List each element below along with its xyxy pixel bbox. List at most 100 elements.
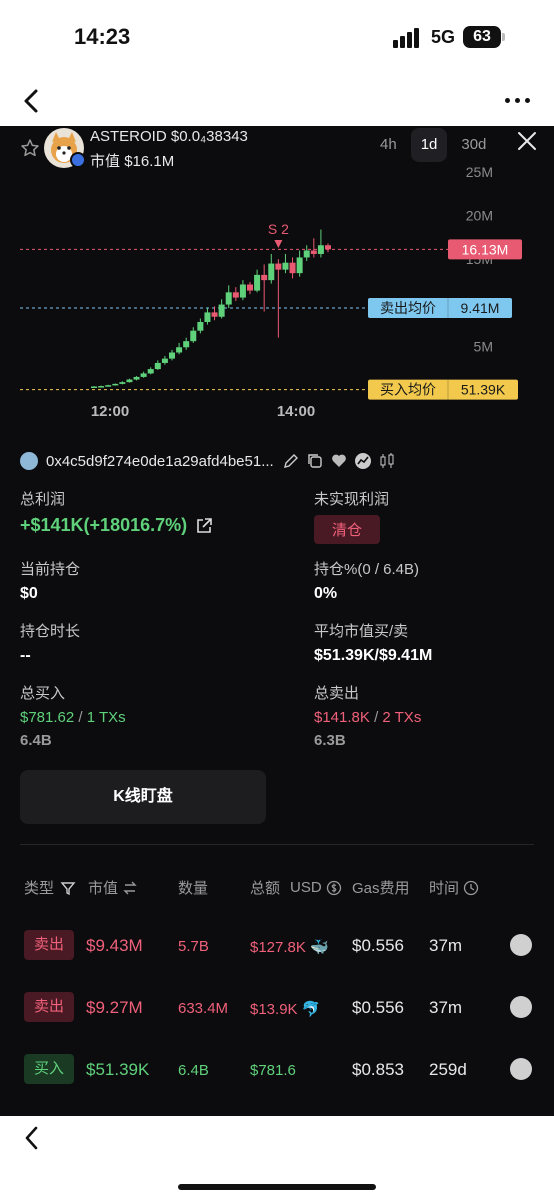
price-tag-label: 卖出均价 — [380, 300, 436, 316]
table-row[interactable]: 卖出 $9.43M 5.7B $127.8K 🐳 $0.556 37m — [0, 926, 554, 966]
y-tick-label: 25M — [466, 164, 493, 180]
copy-icon[interactable] — [306, 452, 324, 470]
chevron-left-icon[interactable] — [22, 1124, 42, 1152]
clear-position-button[interactable]: 清仓 — [314, 515, 381, 544]
col-total-label: 总额 — [250, 880, 281, 897]
col-type[interactable]: 类型 — [24, 877, 76, 898]
price-tag-value: 9.41M — [461, 300, 500, 316]
col-mcap[interactable]: 市值 — [88, 877, 138, 898]
external-link-icon[interactable] — [195, 517, 213, 535]
x-tick-label: 12:00 — [91, 403, 129, 420]
holding-pct-value: 0% — [314, 585, 338, 602]
nav-bar — [0, 76, 554, 126]
currency-toggle-icon[interactable] — [326, 880, 342, 896]
tab-1d[interactable]: 1d — [410, 128, 448, 162]
row-qty: 5.7B — [178, 938, 209, 955]
wallet-address[interactable]: 0x4c5d9f274e0de1a29afd4be51... — [46, 453, 274, 470]
table-row[interactable]: 买入 $51.39K 6.4B $781.6 $0.853 259d — [0, 1050, 554, 1090]
total-profit-label: 总利润 — [20, 491, 66, 508]
col-time[interactable]: 时间 — [429, 877, 479, 898]
col-total[interactable]: 总额 USD — [250, 877, 342, 898]
heart-icon[interactable] — [330, 452, 348, 470]
row-mcap: $51.39K — [86, 1060, 150, 1079]
analytics-icon[interactable] — [354, 452, 372, 470]
candle-body — [325, 245, 331, 250]
sell-marker-label: S 2 — [268, 221, 289, 237]
tab-30d[interactable]: 30d — [451, 128, 496, 162]
network-type: 5G — [431, 27, 456, 47]
candle-body — [126, 379, 133, 383]
filter-icon[interactable] — [60, 880, 76, 896]
chevron-left-icon[interactable] — [20, 86, 44, 116]
signal-icon — [393, 28, 421, 48]
candle-body — [268, 263, 275, 281]
row-gas: $0.556 — [352, 936, 404, 955]
clock-icon[interactable] — [463, 880, 479, 896]
row-total: $13.9K 🐬 — [250, 1001, 321, 1018]
swap-icon[interactable] — [122, 880, 138, 896]
holding-duration: 持仓时长 -- — [20, 620, 80, 665]
total-sell: 总卖出 $141.8K / 2 TXs 6.3B — [314, 682, 421, 749]
duration-value: -- — [20, 647, 31, 664]
candle-body — [211, 312, 218, 317]
chart-link-icon[interactable] — [510, 1058, 532, 1080]
candlestick-chart[interactable]: 5M10M15M20M25M12:0014:00S 216.13M卖出均价9.4… — [0, 162, 554, 426]
token-title: ASTEROID $0.0₄38343 — [90, 128, 248, 145]
total-sell-amount: $141.8K — [314, 709, 370, 726]
candle-body — [261, 274, 268, 281]
chart-link-icon[interactable] — [510, 934, 532, 956]
avg-mcap: 平均市值买/卖 $51.39K/$9.41M — [314, 620, 432, 665]
row-total: $781.6 — [250, 1062, 296, 1079]
candle-body — [218, 304, 225, 317]
type-tag: 卖出 — [24, 992, 74, 1022]
candle-body — [254, 274, 261, 291]
total-buy-amount: $781.62 — [20, 709, 75, 726]
home-indicator — [178, 1184, 376, 1190]
type-tag: 卖出 — [24, 930, 74, 960]
close-icon[interactable] — [516, 130, 538, 152]
price-tag-value: 51.39K — [461, 382, 506, 398]
chart-link-icon[interactable] — [510, 996, 532, 1018]
row-time: 37m — [429, 998, 463, 1017]
edit-icon[interactable] — [282, 452, 300, 470]
avg-mcap-label: 平均市值买/卖 — [314, 623, 409, 640]
wallet-row: 0x4c5d9f274e0de1a29afd4be51... — [20, 450, 540, 472]
col-usd-label: USD — [290, 879, 322, 896]
candle-body — [232, 292, 239, 298]
candle-body — [183, 341, 190, 348]
col-mcap-label: 市值 — [88, 880, 119, 897]
star-icon[interactable] — [20, 138, 40, 158]
whale-icon: 🐳 — [310, 939, 329, 956]
table-row[interactable]: 卖出 $9.27M 633.4M $13.9K 🐬 $0.556 37m — [0, 988, 554, 1028]
total-buy: 总买入 $781.62 / 1 TXs 6.4B — [20, 682, 126, 749]
holding-percent: 持仓%(0 / 6.4B) 0% — [314, 558, 419, 603]
candle-body — [239, 284, 246, 298]
col-gas-label: Gas费用 — [352, 880, 410, 897]
candle-body — [310, 250, 317, 254]
row-total: $127.8K 🐳 — [250, 939, 329, 956]
total-sell-tx: 2 TXs — [382, 709, 422, 726]
separator: / — [374, 709, 379, 726]
holding-pct-label: 持仓%(0 / 6.4B) — [314, 561, 420, 578]
col-time-label: 时间 — [429, 880, 460, 897]
candle-body — [112, 383, 119, 386]
sell-marker-arrow — [274, 240, 283, 248]
tab-4h[interactable]: 4h — [370, 128, 407, 162]
unrealized-label: 未实现利润 — [314, 491, 390, 508]
more-dots-icon[interactable] — [505, 98, 533, 106]
bottom-bar — [0, 1116, 554, 1200]
candle-icon[interactable] — [378, 452, 396, 470]
candle-body — [98, 386, 105, 388]
price-tag-value: 16.13M — [462, 241, 509, 257]
candle-body — [289, 262, 296, 274]
timeframe-tabs: 4h 1d 30d — [370, 128, 496, 164]
row-mcap: $9.27M — [86, 998, 143, 1017]
candle-body — [140, 373, 147, 377]
candle-body — [275, 263, 282, 270]
candle-body — [176, 347, 183, 353]
y-tick-label: 20M — [466, 208, 493, 224]
total-profit-amount: +$141K(+18016.7%) — [20, 515, 188, 535]
kline-watch-button[interactable]: K线盯盘 — [20, 770, 266, 824]
total-buy-label: 总买入 — [20, 685, 66, 702]
x-tick-label: 14:00 — [277, 403, 315, 420]
